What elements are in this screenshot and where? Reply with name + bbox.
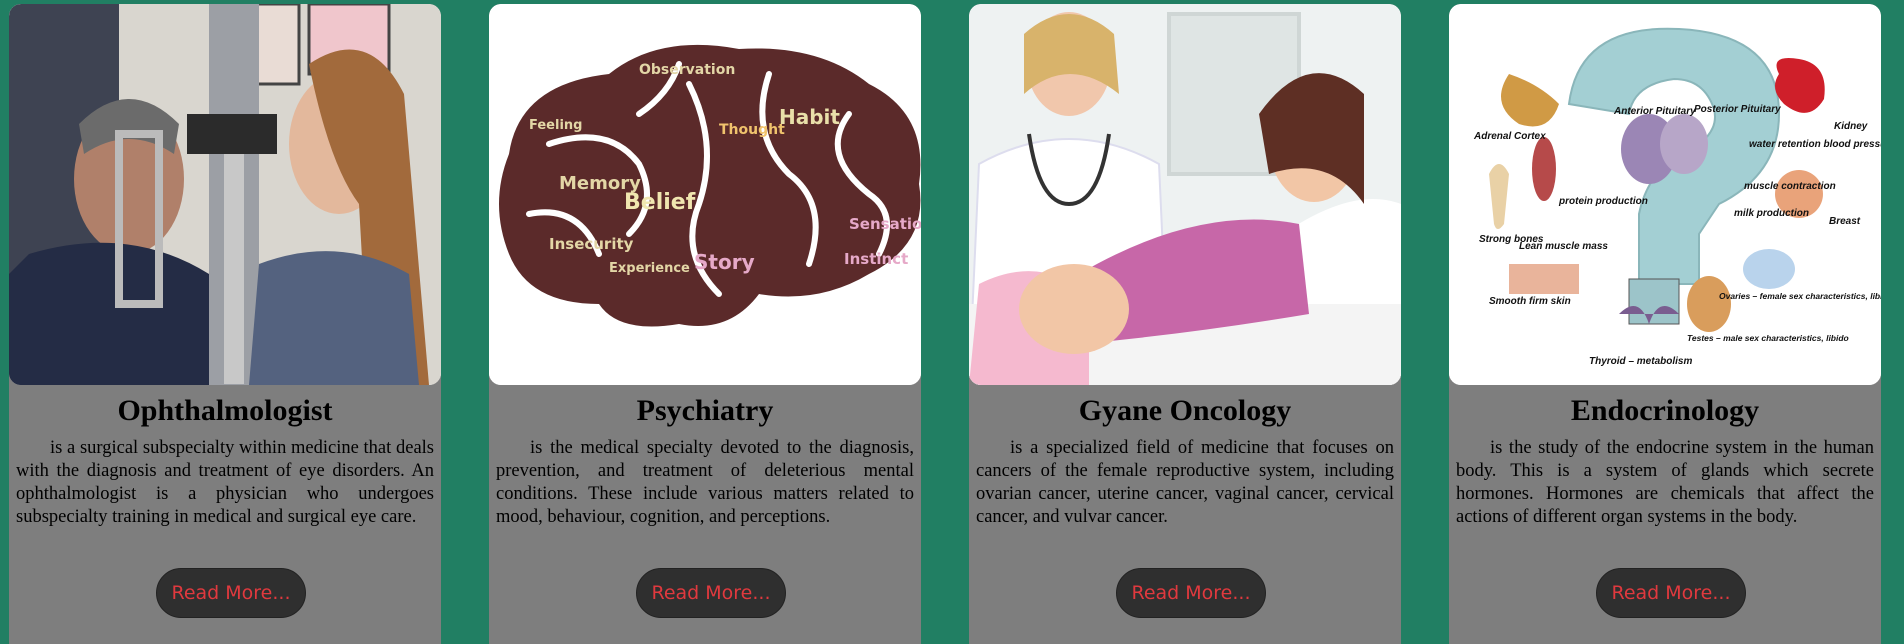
card-gyane-oncology: Gyane Oncology is a specialized field of… (969, 4, 1401, 644)
label-testes: Testes – male sex characteristics, libid… (1687, 333, 1849, 343)
read-more-button[interactable]: Read More... (1116, 568, 1266, 618)
brain-word: Belief (624, 190, 696, 215)
read-more-button[interactable]: Read More... (636, 568, 786, 618)
card-description: is a specialized field of medicine that … (976, 438, 1394, 527)
card-title: Psychiatry (636, 394, 774, 427)
label-breast: Breast (1829, 216, 1861, 227)
label-water: water retention blood pressure (1749, 139, 1881, 150)
card-psychiatry: Observation Habit Thought Memory Belief … (489, 4, 921, 644)
brain-word: Feeling (529, 118, 582, 133)
brain-word: Insecurity (549, 235, 634, 253)
brain-word: Sensation (849, 215, 921, 233)
endocrinology-image: Adrenal Cortex Anterior Pituitary Poster… (1449, 4, 1881, 385)
brain-word: Instinct (844, 250, 908, 268)
read-more-button[interactable]: Read More... (1596, 568, 1746, 618)
card-description: is the medical specialty devoted to the … (496, 438, 914, 527)
label-protein: protein production (1558, 196, 1648, 207)
specialty-cards: Ophthalmologist is a surgical subspecial… (0, 0, 1904, 644)
card-description: is a surgical subspecialty within medici… (16, 438, 434, 527)
card-ophthalmologist: Ophthalmologist is a surgical subspecial… (9, 4, 441, 644)
label-milk: milk production (1734, 208, 1809, 219)
label-kidney: Kidney (1834, 121, 1868, 132)
label-posterior: Posterior Pituitary (1694, 104, 1781, 115)
brain-word: Habit (779, 105, 840, 129)
ophthalmologist-image (9, 4, 441, 385)
label-ovaries: Ovaries – female sex characteristics, li… (1719, 291, 1881, 301)
brain-word: Thought (719, 122, 785, 138)
brain-word: Experience (609, 261, 690, 276)
label-thyroid: Thyroid – metabolism (1589, 356, 1692, 367)
card-endocrinology: Adrenal Cortex Anterior Pituitary Poster… (1449, 4, 1881, 644)
label-adrenal: Adrenal Cortex (1473, 131, 1546, 142)
brain-word: Observation (639, 62, 735, 78)
label-muscle: muscle contraction (1744, 181, 1836, 192)
card-title: Gyane Oncology (1078, 394, 1292, 427)
card-title: Endocrinology (1570, 394, 1760, 427)
label-skin: Smooth firm skin (1489, 296, 1571, 307)
brain-word: Story (694, 250, 755, 274)
read-more-button[interactable]: Read More... (156, 568, 306, 618)
card-title: Ophthalmologist (117, 394, 333, 427)
label-anterior: Anterior Pituitary (1613, 106, 1696, 117)
card-description: is the study of the endocrine system in … (1456, 438, 1874, 527)
gyane-oncology-image (969, 4, 1401, 385)
label-lean: Lean muscle mass (1519, 241, 1608, 252)
psychiatry-image: Observation Habit Thought Memory Belief … (489, 4, 921, 385)
